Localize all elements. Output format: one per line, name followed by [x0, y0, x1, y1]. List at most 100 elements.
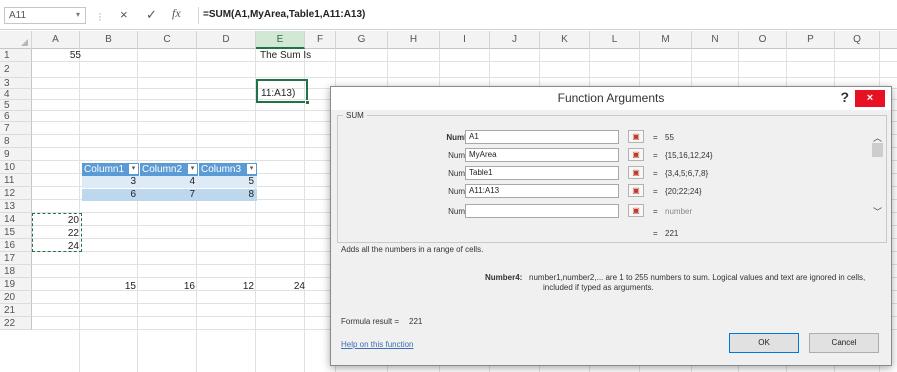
row-header-7[interactable]: 7 [0, 122, 32, 135]
collapse-dialog-icon[interactable]: ▣ [628, 204, 644, 217]
active-cell-e2[interactable]: 11:A13) [256, 79, 310, 105]
equals-sign: = [653, 207, 658, 216]
row-header-16[interactable]: 16 [0, 239, 32, 252]
filter-dropdown-icon[interactable]: ▾ [188, 164, 197, 174]
cell-a11[interactable]: 20 [33, 215, 79, 226]
cell-d16[interactable]: 12 [199, 281, 254, 292]
filter-dropdown-icon[interactable]: ▾ [247, 164, 256, 174]
select-all-corner[interactable] [0, 31, 32, 49]
table-header-column3[interactable]: Column3 ▾ [199, 163, 257, 176]
column-header-d[interactable]: D [197, 31, 256, 49]
row-header-17[interactable]: 17 [0, 252, 32, 265]
chevron-down-icon[interactable]: ﹀ [873, 205, 882, 218]
collapse-dialog-icon[interactable]: ▣ [628, 166, 644, 179]
cell-c16[interactable]: 16 [140, 281, 195, 292]
row-header-12[interactable]: 12 [0, 187, 32, 200]
row-header-3[interactable]: 3 [0, 78, 32, 89]
insert-function-icon[interactable]: fx [172, 6, 181, 21]
column-header-q[interactable]: Q [835, 31, 880, 49]
row-header-21[interactable]: 21 [0, 304, 32, 317]
ok-button[interactable]: OK [729, 333, 799, 353]
row-header-15[interactable]: 15 [0, 226, 32, 239]
name-box-value: A11 [9, 10, 27, 21]
function-arguments-dialog: Function Arguments ? × SUM Number1 A1 ▣ … [330, 86, 892, 366]
cell-b16[interactable]: 15 [82, 281, 136, 292]
row-header-8[interactable]: 8 [0, 135, 32, 148]
arg-input-number3[interactable]: Table1 [465, 166, 619, 180]
arg-input-number5[interactable] [465, 204, 619, 218]
cell-e16[interactable]: 24 [258, 281, 305, 292]
column-header-l[interactable]: L [590, 31, 640, 49]
help-icon[interactable]: ? [840, 89, 849, 105]
row-header-19[interactable]: 19 [0, 278, 32, 291]
table-header-column1[interactable]: Column1 ▾ [82, 163, 139, 176]
cancel-button[interactable]: Cancel [809, 333, 879, 353]
column-header-e[interactable]: E [256, 31, 305, 49]
row-header-11[interactable]: 11 [0, 174, 32, 187]
arg-input-number4[interactable]: A11:A13 [465, 184, 619, 198]
column-header-m[interactable]: M [640, 31, 692, 49]
arguments-scrollbar[interactable]: ︿ ﹀ [871, 127, 885, 223]
row-header-20[interactable]: 20 [0, 291, 32, 304]
scrollbar-thumb[interactable] [872, 143, 883, 157]
column-header-n[interactable]: N [692, 31, 739, 49]
column-header-p[interactable]: P [787, 31, 835, 49]
cell-e1[interactable]: The Sum Is [260, 50, 311, 61]
collapse-dialog-icon[interactable]: ▣ [628, 184, 644, 197]
row-header-5[interactable]: 5 [0, 100, 32, 111]
column-header-b[interactable]: B [80, 31, 138, 49]
row-header-9[interactable]: 9 [0, 148, 32, 161]
help-on-function-link[interactable]: Help on this function [341, 340, 414, 349]
arg-help-text-cont: included if typed as arguments. [543, 283, 654, 292]
table-header-column2[interactable]: Column2 ▾ [140, 163, 198, 176]
column-header-a[interactable]: A [32, 31, 80, 49]
column-header-c[interactable]: C [138, 31, 197, 49]
row-header-10[interactable]: 10 [0, 161, 32, 174]
arg-input-number2[interactable]: MyArea [465, 148, 619, 162]
chevron-down-icon[interactable]: ▾ [76, 10, 80, 19]
table-cell[interactable]: 8 [199, 189, 254, 200]
filter-dropdown-icon[interactable]: ▾ [129, 164, 138, 174]
formula-bar: A11 ▾ ⁝ × ✓ fx =SUM(A1,MyArea,Table1,A11… [0, 0, 897, 30]
table-cell[interactable]: 5 [199, 176, 254, 187]
table-header-label: Column1 [84, 164, 125, 175]
fill-handle[interactable] [305, 100, 310, 105]
table-cell[interactable]: 3 [82, 176, 136, 187]
row-header-1[interactable]: 1 [0, 49, 32, 62]
column-header-k[interactable]: K [540, 31, 590, 49]
grid-line [137, 49, 138, 372]
row-header-4[interactable]: 4 [0, 89, 32, 100]
column-header-f[interactable]: F [305, 31, 336, 49]
table-cell[interactable]: 4 [140, 176, 195, 187]
row-header-2[interactable]: 2 [0, 62, 32, 78]
column-header-j[interactable]: J [490, 31, 540, 49]
collapse-dialog-icon[interactable]: ▣ [628, 130, 644, 143]
enter-icon[interactable]: ✓ [146, 7, 157, 23]
arg-input-number1[interactable]: A1 [465, 130, 619, 144]
column-header-i[interactable]: I [440, 31, 490, 49]
grid-line [196, 49, 197, 372]
table-cell[interactable]: 6 [82, 189, 136, 200]
cell-e2-text: 11:A13) [261, 88, 296, 99]
arg-result-number4: {20;22;24} [665, 187, 702, 196]
column-header-h[interactable]: H [388, 31, 440, 49]
row-header-22[interactable]: 22 [0, 317, 32, 330]
formula-input[interactable]: =SUM(A1,MyArea,Table1,A11:A13) [198, 7, 897, 24]
cell-a13[interactable]: 24 [33, 241, 79, 252]
formula-result-label: Formula result = [341, 317, 400, 326]
close-button[interactable]: × [855, 90, 885, 107]
cancel-icon[interactable]: × [120, 7, 128, 22]
table-cell[interactable]: 7 [140, 189, 195, 200]
row-header-13[interactable]: 13 [0, 200, 32, 213]
column-header-o[interactable]: O [739, 31, 787, 49]
cell-a12[interactable]: 22 [33, 228, 79, 239]
cell-a1[interactable]: 55 [33, 50, 81, 61]
name-box[interactable]: A11 ▾ [4, 7, 86, 24]
row-header-6[interactable]: 6 [0, 111, 32, 122]
row-header-18[interactable]: 18 [0, 265, 32, 278]
collapse-dialog-icon[interactable]: ▣ [628, 148, 644, 161]
row-header-14[interactable]: 14 [0, 213, 32, 226]
column-header-row: ABCDEFGHIJKLMNOPQ [0, 31, 897, 49]
column-header-g[interactable]: G [336, 31, 388, 49]
equals-sign: = [653, 229, 658, 238]
